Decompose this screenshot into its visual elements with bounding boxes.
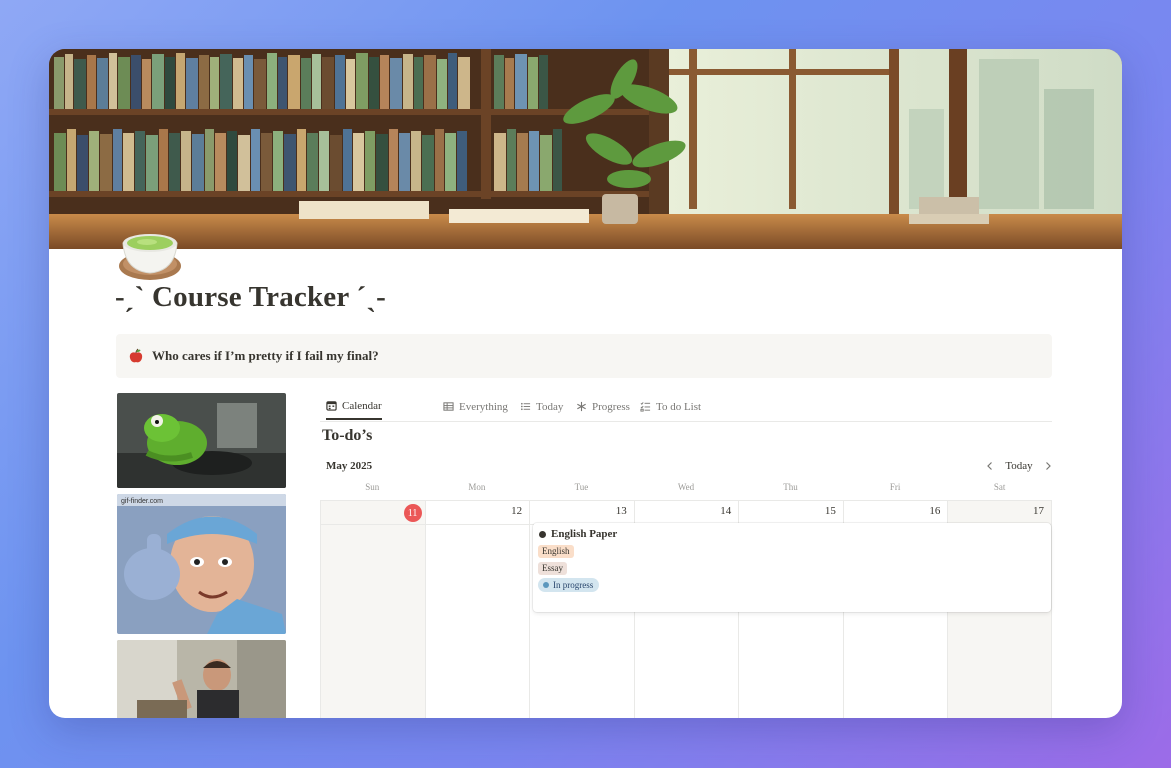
tab-label: Everything — [459, 400, 508, 413]
view-title[interactable]: To-do’s — [322, 427, 372, 445]
date-number: 12 — [511, 505, 523, 517]
weekday-fri: Fri — [889, 482, 901, 492]
today-button[interactable]: Today — [1005, 460, 1032, 472]
callout-text: Who cares if I’m pretty if I fail my fin… — [152, 348, 379, 363]
event-title-text: English Paper — [551, 528, 618, 540]
notion-page-window: -ˏˋ Course Tracker ˊˎ- Who cares if I’m … — [49, 49, 1122, 718]
date-number: 14 — [720, 505, 732, 517]
tab-label: Today — [536, 400, 564, 413]
event-bullet-icon — [539, 530, 546, 538]
tag-english: English — [538, 545, 574, 558]
status-dot-icon — [543, 582, 549, 588]
weekday-wed: Wed — [677, 482, 695, 492]
view-tabs: Calendar Everything Today Progress To do… — [320, 393, 1052, 422]
table-icon — [443, 402, 454, 411]
day-cell-sun[interactable]: 11 — [320, 501, 425, 718]
date-number: 15 — [824, 505, 836, 517]
gif-mr-bean-thumbs-up[interactable]: gif-finder.com — [117, 494, 286, 634]
weekday-tue: Tue — [574, 482, 589, 492]
calendar-nav: Today — [984, 457, 1054, 475]
chevron-left-icon[interactable] — [984, 460, 996, 472]
date-number: 17 — [1032, 505, 1044, 517]
event-card-english-paper[interactable]: English Paper English Essay In progress — [533, 523, 1051, 612]
weekday-mon: Mon — [468, 482, 486, 492]
matcha-bowl-icon[interactable] — [117, 221, 183, 287]
calendar-icon — [326, 401, 337, 411]
gif-office-man[interactable] — [117, 640, 286, 718]
tab-label: Calendar — [342, 399, 382, 412]
weekday-sun: Sun — [365, 482, 380, 492]
svg-text:gif-finder.com: gif-finder.com — [121, 498, 163, 505]
weekday-thu: Thu — [783, 482, 798, 492]
weekday-header: Sun Mon Tue Wed Thu Fri Sat — [320, 482, 1052, 500]
status-badge: In progress — [538, 578, 600, 592]
tab-everything[interactable]: Everything — [443, 393, 508, 420]
date-number: 13 — [615, 505, 627, 517]
apple-icon — [128, 348, 144, 364]
asterisk-icon — [577, 401, 586, 412]
today-date-badge: 11 — [403, 504, 422, 522]
day-cell-mon[interactable]: 12 — [424, 501, 530, 718]
event-title: English Paper — [539, 528, 617, 540]
checklist-icon — [640, 402, 651, 412]
status-text: In progress — [553, 580, 594, 590]
callout-block[interactable]: Who cares if I’m pretty if I fail my fin… — [116, 334, 1052, 378]
date-number: 16 — [929, 505, 941, 517]
weekday-sat: Sat — [993, 482, 1006, 492]
page-title[interactable]: -ˏˋ Course Tracker ˊˎ- — [115, 281, 386, 314]
chevron-right-icon[interactable] — [1042, 460, 1054, 472]
tab-label: To do List — [656, 400, 702, 413]
tab-label: Progress — [592, 400, 630, 413]
tab-to-do-list[interactable]: To do List — [640, 393, 701, 420]
tab-calendar[interactable]: Calendar — [326, 393, 382, 420]
month-label: May 2025 — [326, 460, 373, 472]
tab-progress[interactable]: Progress — [576, 393, 630, 420]
list-icon — [521, 402, 531, 411]
tag-essay: Essay — [538, 562, 567, 575]
cover-image[interactable] — [49, 49, 1122, 249]
gif-kermit-typing[interactable] — [117, 393, 286, 488]
tab-today[interactable]: Today — [520, 393, 563, 420]
